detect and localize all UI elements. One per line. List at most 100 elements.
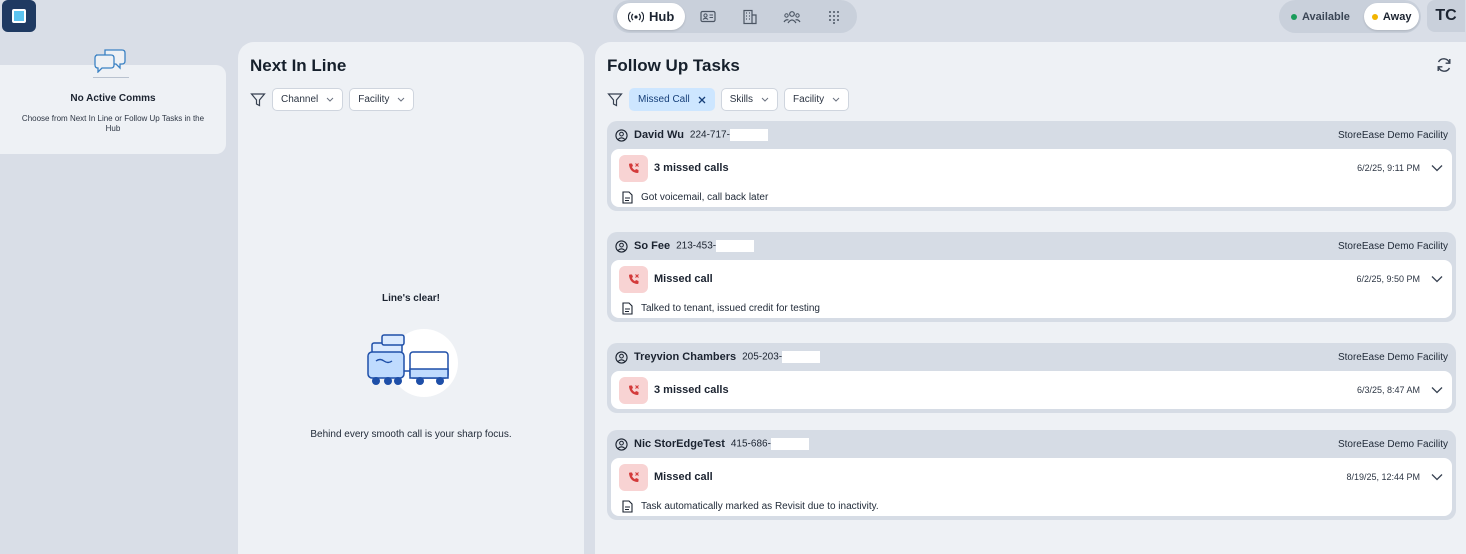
document-icon — [622, 190, 633, 204]
contact-name: So Fee — [634, 240, 671, 252]
note-row: Got voicemail, call back later — [611, 187, 1452, 207]
task-header: David Wu 224-717- StoreEase Demo Facilit… — [607, 121, 1456, 149]
contact-name: David Wu — [634, 129, 684, 141]
away-dot — [1371, 13, 1378, 20]
contact-phone: 213-453- — [676, 240, 755, 252]
refresh-icon[interactable] — [1435, 56, 1453, 74]
task-card[interactable]: So Fee 213-453- StoreEase Demo Facility … — [607, 232, 1456, 322]
note-row: Task automatically marked as Revisit due… — [611, 496, 1452, 516]
follow-up-title: Follow Up Tasks — [607, 56, 740, 75]
chevron-down-icon[interactable] — [1430, 470, 1444, 484]
task-body: 3 missed calls 6/3/25, 8:47 AM — [611, 371, 1452, 409]
call-timestamp: 6/3/25, 8:47 AM — [1356, 385, 1420, 395]
contact-phone: 205-203- — [742, 351, 821, 363]
task-header: So Fee 213-453- StoreEase Demo Facility — [607, 232, 1456, 260]
facility-name: StoreEase Demo Facility — [1337, 351, 1448, 363]
nav-team-tab[interactable] — [773, 3, 811, 30]
broadcast-icon — [628, 11, 644, 22]
chevron-down-icon — [761, 97, 769, 102]
document-icon — [622, 499, 633, 513]
empty-state-title: Line's clear! — [382, 293, 440, 304]
contact-phone: 415-686- — [731, 438, 809, 450]
user-avatar[interactable]: TC — [1427, 0, 1465, 32]
facility-filter-label: Facility — [358, 94, 390, 105]
call-row: Missed call 8/19/25, 12:44 PM — [611, 458, 1452, 496]
chevron-down-icon[interactable] — [1430, 383, 1444, 397]
next-in-line-panel: Next In Line Channel Facility Line's cle… — [238, 42, 584, 554]
follow-up-panel: Follow Up Tasks Missed Call Skills Facil… — [595, 42, 1466, 554]
available-dot — [1291, 13, 1297, 20]
facility-filter-dropdown[interactable]: Facility — [784, 88, 850, 111]
chevron-down-icon[interactable] — [1430, 161, 1444, 175]
missed-call-icon — [619, 463, 648, 491]
call-summary: Missed call — [654, 273, 713, 285]
comms-divider — [93, 77, 129, 78]
user-circle-icon — [615, 128, 628, 142]
task-body: Missed call 6/2/25, 9:50 PM Talked to te… — [611, 260, 1452, 318]
task-card[interactable]: Nic StorEdgeTest 415-686- StoreEase Demo… — [607, 430, 1456, 520]
task-body: Missed call 8/19/25, 12:44 PM Task autom… — [611, 458, 1452, 516]
next-in-line-title: Next In Line — [250, 56, 347, 75]
skills-filter-dropdown[interactable]: Skills — [720, 88, 779, 111]
follow-up-filters: Missed Call Skills Facility — [607, 88, 850, 111]
nav-hub-label: Hub — [649, 9, 675, 24]
task-header: Nic StorEdgeTest 415-686- StoreEase Demo… — [607, 430, 1456, 458]
active-comms-card: No Active Comms Choose from Next In Line… — [0, 65, 226, 154]
missed-call-icon — [619, 265, 648, 293]
note-text: Talked to tenant, issued credit for test… — [641, 302, 820, 314]
user-circle-icon — [615, 239, 628, 253]
call-timestamp: 8/19/25, 12:44 PM — [1346, 472, 1420, 482]
contact-phone: 224-717- — [690, 129, 768, 141]
call-summary: 3 missed calls — [654, 162, 729, 174]
status-available-label: Available — [1302, 10, 1350, 23]
phone-number: 415-686- — [730, 438, 771, 450]
empty-state-subtitle: Behind every smooth call is your sharp f… — [310, 429, 512, 440]
id-card-icon — [700, 10, 716, 23]
contact-name: Nic StorEdgeTest — [634, 438, 725, 450]
note-text: Task automatically marked as Revisit due… — [641, 500, 879, 512]
task-body: 3 missed calls 6/2/25, 9:11 PM Got voice… — [611, 149, 1452, 207]
call-row: 3 missed calls 6/2/25, 9:11 PM — [611, 149, 1452, 187]
contact-name: Treyvion Chambers — [634, 351, 737, 363]
train-illustration — [362, 325, 458, 405]
close-icon[interactable] — [698, 96, 706, 104]
status-available-option[interactable]: Available — [1283, 3, 1358, 30]
facility-filter-dropdown[interactable]: Facility — [349, 88, 415, 111]
skills-filter-label: Skills — [729, 94, 754, 105]
note-row: Talked to tenant, issued credit for test… — [611, 298, 1452, 318]
call-timestamp: 6/2/25, 9:11 PM — [1357, 163, 1420, 173]
dialpad-icon — [829, 10, 839, 24]
task-card[interactable]: Treyvion Chambers 205-203- StoreEase Dem… — [607, 343, 1456, 413]
status-toggle: Available Away — [1279, 0, 1421, 33]
chevron-down-icon[interactable] — [1430, 272, 1444, 286]
phone-number: 213-453- — [676, 240, 717, 252]
filter-icon[interactable] — [250, 92, 266, 108]
team-icon — [783, 10, 801, 23]
phone-number: 224-717- — [689, 129, 730, 141]
app-logo[interactable] — [2, 0, 36, 32]
nav-hub-tab[interactable]: Hub — [617, 3, 686, 30]
status-away-option[interactable]: Away — [1363, 3, 1420, 30]
task-card[interactable]: David Wu 224-717- StoreEase Demo Facilit… — [607, 121, 1456, 211]
filter-icon[interactable] — [607, 92, 623, 108]
call-row: Missed call 6/2/25, 9:50 PM — [611, 260, 1452, 298]
channel-filter-dropdown[interactable]: Channel — [272, 88, 344, 111]
note-text: Got voicemail, call back later — [641, 191, 769, 203]
phone-number: 205-203- — [742, 351, 783, 363]
comms-title: No Active Comms — [70, 93, 156, 104]
comms-subtitle: Choose from Next In Line or Follow Up Ta… — [21, 114, 205, 133]
facility-filter-label: Facility — [793, 94, 825, 105]
redacted-block — [716, 240, 755, 252]
task-header: Treyvion Chambers 205-203- StoreEase Dem… — [607, 343, 1456, 371]
user-circle-icon — [615, 437, 628, 451]
nav-facilities-tab[interactable] — [731, 3, 769, 30]
nav-contacts-tab[interactable] — [689, 3, 727, 30]
status-away-label: Away — [1382, 10, 1412, 23]
avatar-initials: TC — [1435, 7, 1457, 24]
redacted-block — [729, 129, 768, 141]
redacted-block — [770, 438, 809, 450]
chevron-down-icon — [326, 97, 334, 102]
missed-call-filter-label: Missed Call — [638, 94, 690, 105]
missed-call-filter-chip[interactable]: Missed Call — [629, 88, 715, 111]
nav-dialpad-tab[interactable] — [815, 3, 853, 30]
